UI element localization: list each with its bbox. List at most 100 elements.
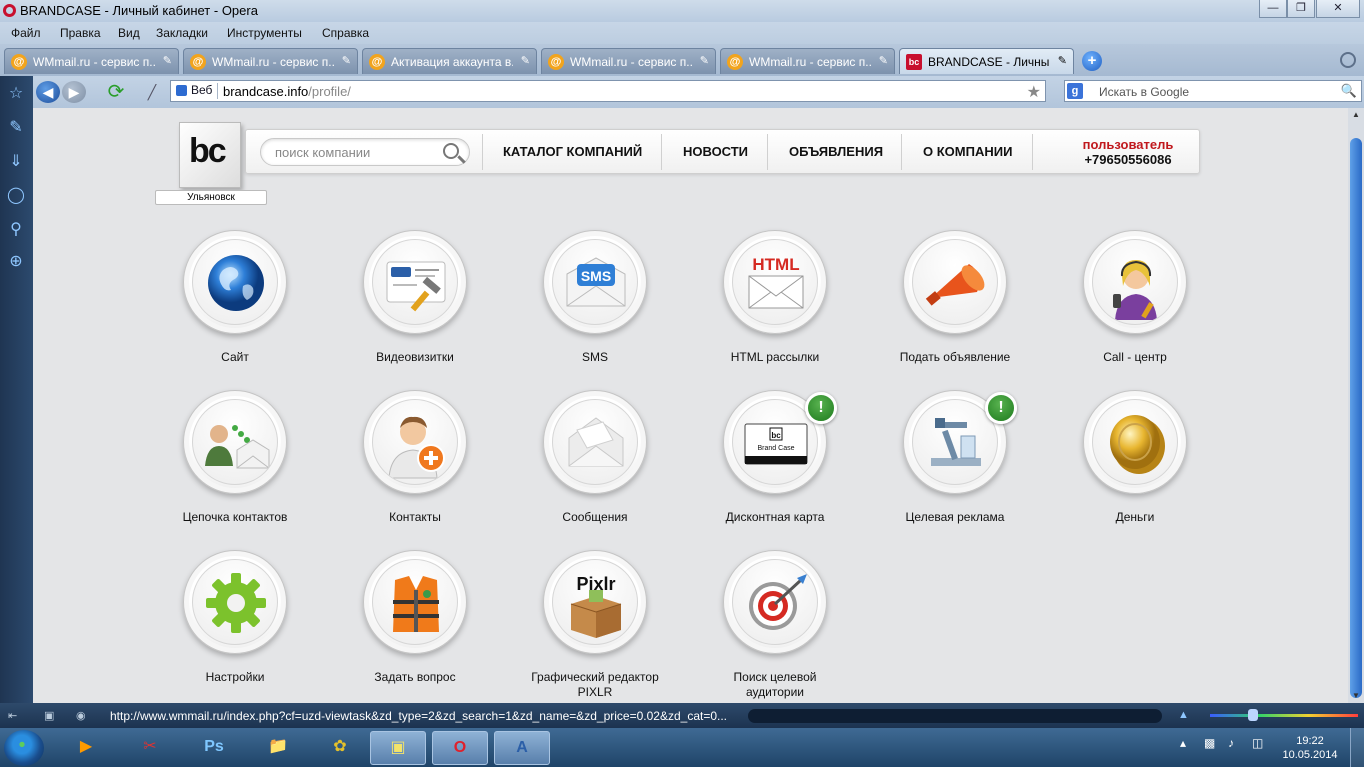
- tile-circle[interactable]: [723, 550, 827, 654]
- turbo-mode-icon[interactable]: ▲: [1178, 709, 1192, 723]
- tab-3[interactable]: @ Активация аккаунта в... ✎: [362, 48, 537, 74]
- tile-targeted-ads[interactable]: ! Целевая реклама: [885, 390, 1025, 550]
- tile-circle[interactable]: [183, 390, 287, 494]
- tile-sms[interactable]: SMS SMS: [525, 230, 665, 390]
- tile-label[interactable]: Контакты: [345, 510, 485, 525]
- tile-circle[interactable]: Pixlr: [543, 550, 647, 654]
- bookmark-star-icon[interactable]: ★: [1027, 82, 1041, 102]
- tile-circle[interactable]: [903, 230, 1007, 334]
- tab-6[interactable]: bc BRANDCASE - Личны... ✎: [899, 48, 1074, 74]
- tile-video-cards[interactable]: Видеовизитки: [345, 230, 485, 390]
- tile-label[interactable]: Цепочка контактов: [165, 510, 305, 525]
- system-clock[interactable]: 19:22 10.05.2014: [1278, 734, 1342, 762]
- tab-2[interactable]: @ WMmail.ru - сервис п... ✎: [183, 48, 358, 74]
- forward-button[interactable]: ▶: [62, 81, 86, 103]
- menu-tools[interactable]: Инструменты: [227, 26, 302, 40]
- add-panel-icon[interactable]: ⊕: [6, 252, 26, 272]
- tile-circle[interactable]: [543, 390, 647, 494]
- network-icon[interactable]: ▩: [1204, 736, 1215, 750]
- tile-label[interactable]: Сообщения: [525, 510, 665, 525]
- tile-settings[interactable]: Настройки: [165, 550, 305, 703]
- tile-circle[interactable]: [183, 230, 287, 334]
- city-selector[interactable]: Ульяновск: [155, 190, 267, 205]
- start-button[interactable]: [4, 730, 44, 766]
- tab-5[interactable]: @ WMmail.ru - сервис п... ✎: [720, 48, 895, 74]
- address-bar[interactable]: Веб brandcase.info/profile/ ★: [170, 80, 1046, 102]
- tile-ask-question[interactable]: Задать вопрос: [345, 550, 485, 703]
- tile-label[interactable]: Графический редактор PIXLR: [525, 670, 665, 700]
- tile-circle[interactable]: [1083, 390, 1187, 494]
- notification-badge[interactable]: !: [985, 392, 1017, 424]
- tab-close-icon[interactable]: ✎: [879, 54, 888, 67]
- icq-icon[interactable]: ✿: [312, 731, 368, 765]
- menu-edit[interactable]: Правка: [60, 26, 101, 40]
- user-block[interactable]: пользователь +79650556086: [1068, 137, 1188, 167]
- tab-1[interactable]: @ WMmail.ru - сервис п... ✎: [4, 48, 179, 74]
- tile-discount-card[interactable]: bc Brand Case ! Дисконтная карта: [705, 390, 845, 550]
- scroll-down-icon[interactable]: ▼: [1351, 691, 1361, 701]
- wand-icon[interactable]: ╱: [140, 81, 164, 103]
- tile-circle[interactable]: [363, 390, 467, 494]
- tile-circle[interactable]: [183, 550, 287, 654]
- tile-label[interactable]: Настройки: [165, 670, 305, 685]
- photoshop-icon[interactable]: Ps: [186, 731, 242, 765]
- browser-search-input[interactable]: Искать в Google: [1099, 85, 1189, 99]
- new-tab-button[interactable]: +: [1082, 51, 1102, 71]
- tile-circle[interactable]: HTML: [723, 230, 827, 334]
- close-button[interactable]: ✕: [1316, 0, 1360, 18]
- search-icon[interactable]: ⚲: [6, 220, 26, 240]
- reload-button[interactable]: ⟳: [104, 81, 128, 103]
- tile-circle[interactable]: [363, 230, 467, 334]
- notification-badge[interactable]: !: [805, 392, 837, 424]
- scroll-thumb[interactable]: [1350, 138, 1362, 698]
- tab-4[interactable]: @ WMmail.ru - сервис п... ✎: [541, 48, 716, 74]
- address-url[interactable]: brandcase.info/profile/: [223, 84, 351, 99]
- bookmarks-star-icon[interactable]: ☆: [6, 84, 26, 104]
- tile-audience-search[interactable]: Поиск целевой аудитории: [705, 550, 845, 703]
- browser-search-box[interactable]: g Искать в Google 🔍: [1064, 80, 1362, 102]
- tile-post-ad[interactable]: Подать объявление: [885, 230, 1025, 390]
- tile-site[interactable]: Сайт: [165, 230, 305, 390]
- sticky-notes-icon[interactable]: ▣: [370, 731, 426, 765]
- search-icon[interactable]: 🔍: [1341, 83, 1357, 99]
- zoom-slider[interactable]: [1210, 714, 1358, 717]
- closed-tabs-icon[interactable]: [1340, 52, 1356, 68]
- tab-close-icon[interactable]: ✎: [342, 54, 351, 67]
- tile-html-mailing[interactable]: HTML HTML рассылки: [705, 230, 845, 390]
- zoom-slider-handle[interactable]: [1248, 709, 1258, 721]
- scissors-icon[interactable]: ✂: [122, 731, 178, 765]
- menu-help[interactable]: Справка: [322, 26, 369, 40]
- tile-label[interactable]: SMS: [525, 350, 665, 365]
- panel-toggle-icon[interactable]: ⇤: [8, 709, 22, 723]
- tab-close-icon[interactable]: ✎: [521, 54, 530, 67]
- tile-pixlr-editor[interactable]: Pixlr Графический редактор PIXLR: [525, 550, 665, 703]
- user-label[interactable]: пользователь: [1068, 137, 1188, 152]
- tab-close-icon[interactable]: ✎: [700, 54, 709, 67]
- tile-contact-chain[interactable]: Цепочка контактов: [165, 390, 305, 550]
- explorer-folder-icon[interactable]: 📁: [250, 731, 306, 765]
- menu-file[interactable]: Файл: [11, 26, 41, 40]
- magnifier-icon[interactable]: [443, 143, 459, 159]
- maximize-button[interactable]: ❐: [1287, 0, 1315, 18]
- opera-taskbar-icon[interactable]: O: [432, 731, 488, 765]
- tile-label[interactable]: HTML рассылки: [705, 350, 845, 365]
- tile-circle[interactable]: [363, 550, 467, 654]
- nav-news[interactable]: НОВОСТИ: [683, 144, 748, 159]
- tile-label[interactable]: Видеовизитки: [345, 350, 485, 365]
- tile-contacts[interactable]: Контакты: [345, 390, 485, 550]
- page-scrollbar[interactable]: ▲ ▼: [1348, 108, 1364, 703]
- volume-icon[interactable]: ♪: [1228, 736, 1234, 750]
- tile-label[interactable]: Сайт: [165, 350, 305, 365]
- minimize-button[interactable]: —: [1259, 0, 1287, 18]
- media-player-icon[interactable]: ▶: [58, 731, 114, 765]
- show-desktop-button[interactable]: [1350, 728, 1364, 767]
- back-button[interactable]: ◀: [36, 81, 60, 103]
- unite-icon[interactable]: ◉: [76, 709, 90, 723]
- notes-icon[interactable]: ✎: [6, 118, 26, 138]
- brandcase-logo[interactable]: bc: [179, 122, 241, 188]
- downloads-icon[interactable]: ⇓: [6, 152, 26, 172]
- tile-messages[interactable]: Сообщения: [525, 390, 665, 550]
- tile-label[interactable]: Поиск целевой аудитории: [705, 670, 845, 700]
- tab-close-icon[interactable]: ✎: [163, 54, 172, 67]
- nav-about[interactable]: О КОМПАНИИ: [923, 144, 1012, 159]
